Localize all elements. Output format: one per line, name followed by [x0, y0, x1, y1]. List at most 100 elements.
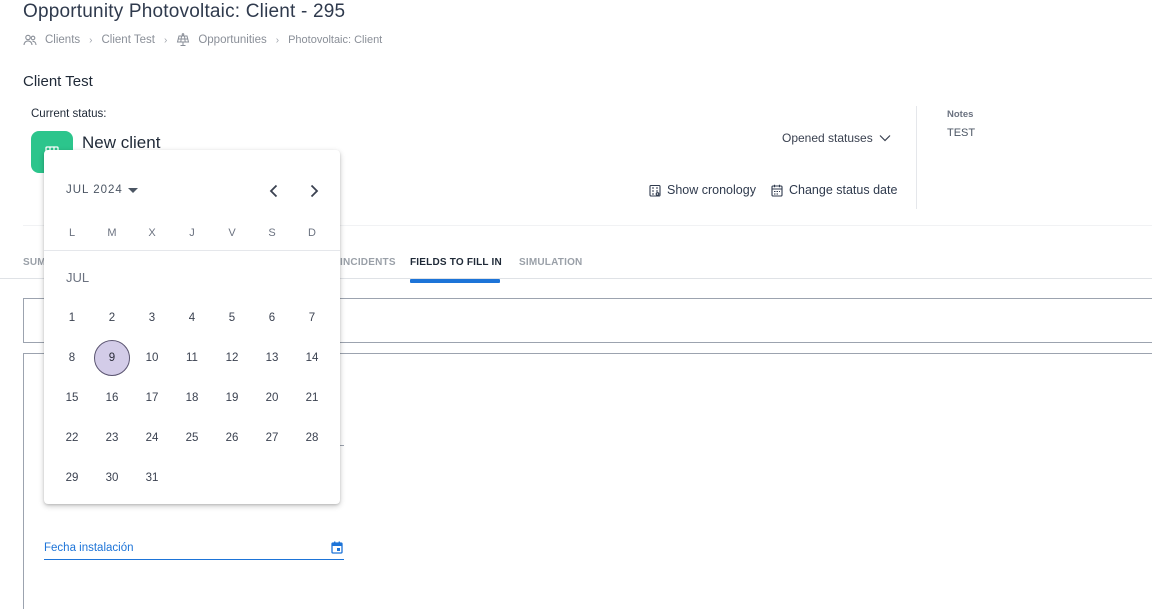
- fecha-instalacion-field[interactable]: Fecha instalación: [44, 541, 344, 560]
- calendar-day[interactable]: 10: [132, 343, 172, 373]
- calendar-day-number: 30: [105, 472, 119, 484]
- vertical-divider: [916, 106, 917, 209]
- calendar-day-number: 13: [265, 352, 279, 364]
- tab-fields-to-fill-in[interactable]: FIELDS TO FILL IN: [410, 257, 502, 268]
- calendar-day[interactable]: 14: [292, 343, 332, 373]
- calendar-day-number: 18: [185, 392, 199, 404]
- breadcrumb-clients-label: Clients: [45, 34, 81, 46]
- breadcrumb-opportunities-label: Opportunities: [198, 34, 267, 46]
- weekday-label: L: [68, 227, 76, 239]
- calendar-day[interactable]: 26: [212, 423, 252, 453]
- calendar-day[interactable]: 13: [252, 343, 292, 373]
- cronology-icon: [649, 184, 661, 197]
- calendar-day[interactable]: 5: [212, 303, 252, 333]
- chevron-right-icon: ›: [163, 34, 168, 46]
- calendar-day[interactable]: 23: [92, 423, 132, 453]
- weekday-header: LMXJVSD: [52, 227, 332, 241]
- chevron-right-icon[interactable]: [306, 183, 322, 199]
- calendar-day-number: 26: [225, 432, 239, 444]
- client-name: Client Test: [23, 73, 93, 90]
- calendar-day-number: 17: [145, 392, 159, 404]
- month-year-label: JUL 2024: [66, 184, 123, 196]
- calendar-day[interactable]: 18: [172, 383, 212, 413]
- calendar-day[interactable]: 3: [132, 303, 172, 333]
- calendar-day-number: 21: [305, 392, 319, 404]
- calendar-day-number: 16: [105, 392, 119, 404]
- calendar-day-number: 28: [305, 432, 319, 444]
- breadcrumb-client-test-label: Client Test: [101, 34, 155, 46]
- calendar-day-number: 3: [148, 312, 156, 324]
- calendar-day[interactable]: 31: [132, 463, 172, 493]
- breadcrumb-client-test[interactable]: Client Test: [102, 34, 155, 46]
- calendar-day-number: 14: [305, 352, 319, 364]
- breadcrumb-photovoltaic-label: Photovoltaic: Client: [288, 34, 383, 46]
- calendar-day-number: 10: [145, 352, 159, 364]
- weekday-label: J: [189, 227, 195, 239]
- weekday-label: X: [148, 227, 156, 239]
- show-cronology-label: Show cronology: [667, 183, 756, 197]
- calendar-day-number: 25: [185, 432, 199, 444]
- calendar-divider: [44, 250, 340, 251]
- calendar-day-number: 29: [65, 472, 79, 484]
- notes-value: TEST: [947, 127, 976, 139]
- weekday-label: V: [228, 227, 236, 239]
- calendar-day[interactable]: 24: [132, 423, 172, 453]
- calendar-day-number: 24: [145, 432, 159, 444]
- calendar-day[interactable]: 2: [92, 303, 132, 333]
- calendar-day[interactable]: 22: [52, 423, 92, 453]
- breadcrumb-clients[interactable]: Clients: [23, 33, 80, 47]
- calendar-day-number: 11: [186, 352, 198, 364]
- calendar-day-number: 31: [145, 472, 159, 484]
- calendar-day[interactable]: 20: [252, 383, 292, 413]
- calendar-day[interactable]: 8: [52, 343, 92, 373]
- calendar-day[interactable]: 4: [172, 303, 212, 333]
- calendar-day[interactable]: 15: [52, 383, 92, 413]
- date-picker-popup: JUL 2024 LMXJVSD JUL 1 2 3 4 5 6 7 8 9 10 11 12 13 14…: [44, 150, 340, 504]
- current-status-label: Current status:: [31, 108, 107, 120]
- active-tab-indicator: [410, 279, 500, 283]
- calendar-day[interactable]: 21: [292, 383, 332, 413]
- calendar-day-number: 4: [188, 312, 196, 324]
- change-status-date-label: Change status date: [789, 183, 898, 197]
- weekday-label: D: [308, 227, 316, 239]
- calendar-day[interactable]: 30: [92, 463, 132, 493]
- calendar-day[interactable]: 1: [52, 303, 92, 333]
- calendar-day[interactable]: 11: [172, 343, 212, 373]
- calendar-day-number: 5: [228, 312, 236, 324]
- tab-simulation[interactable]: SIMULATION: [519, 257, 582, 268]
- calendar-day-number: 12: [225, 352, 239, 364]
- calendar-day[interactable]: 16: [92, 383, 132, 413]
- chevron-left-icon[interactable]: [266, 183, 282, 199]
- calendar-day-number: 7: [308, 312, 316, 324]
- caret-down-icon: [127, 187, 138, 193]
- opened-statuses-dropdown[interactable]: Opened statuses: [782, 131, 891, 145]
- calendar-day-number: 19: [225, 392, 239, 404]
- change-status-date-button[interactable]: Change status date: [771, 183, 897, 197]
- chevron-right-icon: ›: [275, 34, 280, 46]
- calendar-day[interactable]: 25: [172, 423, 212, 453]
- calendar-day[interactable]: 17: [132, 383, 172, 413]
- calendar-day[interactable]: 7: [292, 303, 332, 333]
- calendar-day[interactable]: 12: [212, 343, 252, 373]
- breadcrumb: Clients › Client Test › Opportunities › …: [23, 32, 382, 48]
- page: Opportunity Photovoltaic: Client - 295 C…: [0, 0, 1152, 609]
- opened-statuses-label: Opened statuses: [782, 131, 873, 145]
- calendar-day-number: 15: [65, 392, 79, 404]
- calendar-day-number: 2: [108, 312, 116, 324]
- calendar-day-selected[interactable]: 9: [92, 340, 132, 376]
- calendar-day[interactable]: 27: [252, 423, 292, 453]
- show-cronology-button[interactable]: Show cronology: [649, 183, 756, 197]
- page-title: Opportunity Photovoltaic: Client - 295: [23, 1, 346, 22]
- calendar-day[interactable]: 29: [52, 463, 92, 493]
- month-year-selector[interactable]: JUL 2024: [66, 184, 138, 196]
- calendar-day-number: 9: [108, 352, 116, 364]
- calendar-day[interactable]: 19: [212, 383, 252, 413]
- tab-incidents[interactable]: INCIDENTS: [340, 257, 396, 268]
- breadcrumb-opportunities[interactable]: Opportunities: [176, 33, 267, 47]
- calendar-day[interactable]: 28: [292, 423, 332, 453]
- users-icon: [23, 34, 37, 46]
- tab-summary[interactable]: SUM: [23, 257, 46, 268]
- calendar-icon[interactable]: [331, 541, 343, 554]
- chevron-down-icon: [879, 135, 891, 142]
- calendar-day[interactable]: 6: [252, 303, 292, 333]
